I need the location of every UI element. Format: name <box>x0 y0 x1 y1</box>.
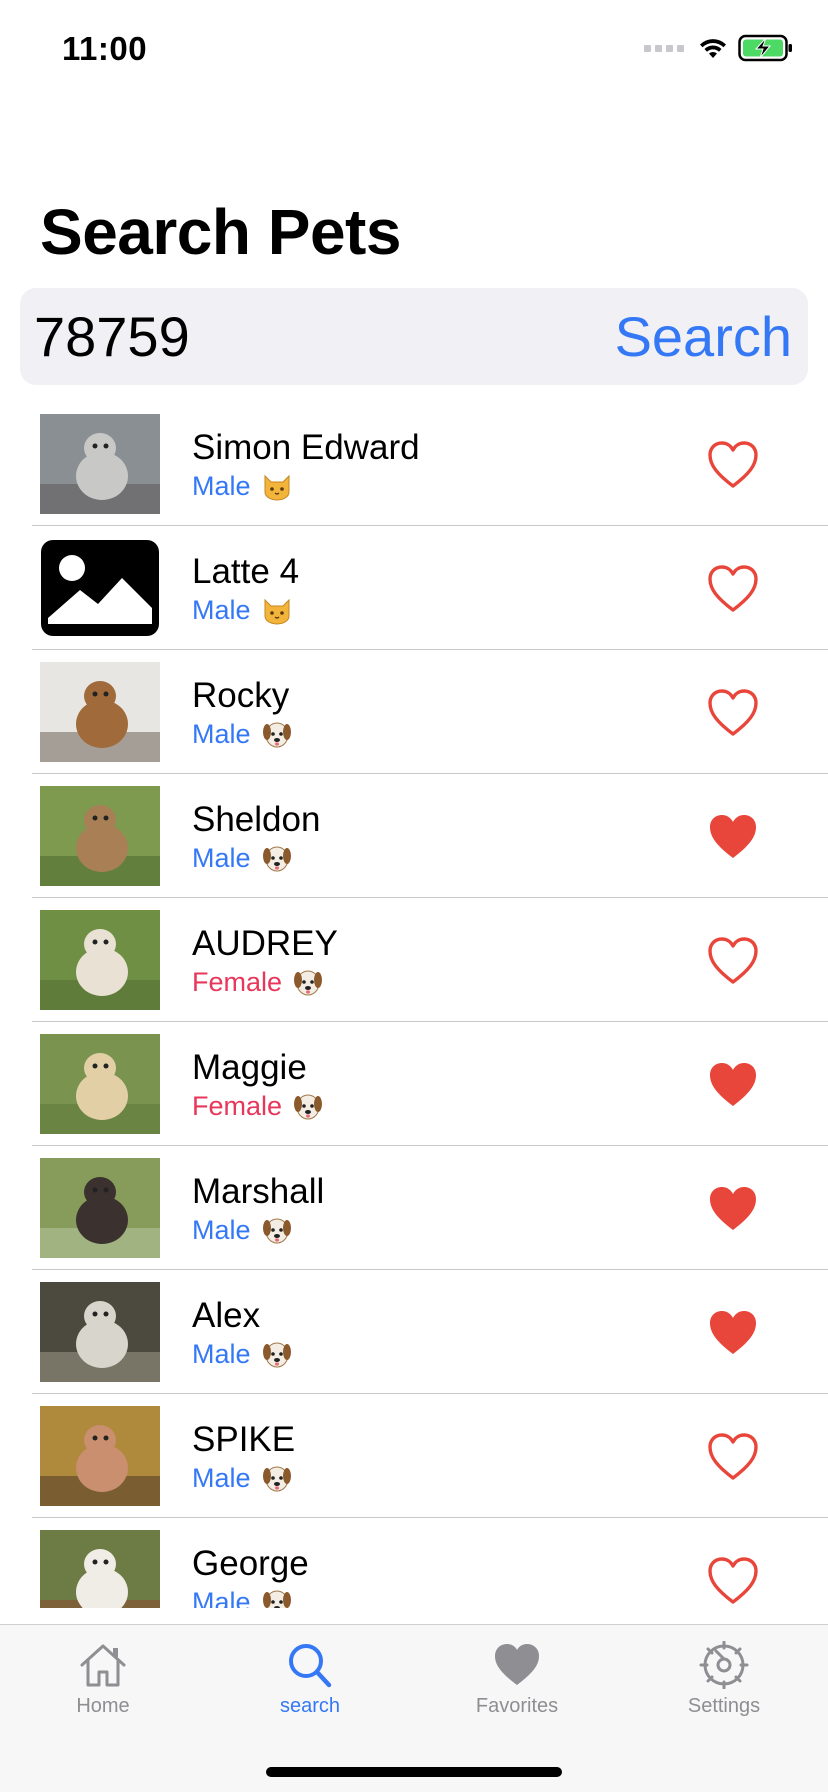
pet-row[interactable]: Sheldon Male <box>0 774 828 898</box>
status-time: 11:00 <box>62 30 148 67</box>
pet-photo <box>40 1406 160 1506</box>
heart-outline-icon[interactable] <box>706 1556 760 1606</box>
tab-search[interactable]: search <box>240 1641 380 1731</box>
pet-details: Male <box>192 1462 293 1494</box>
pet-photo <box>40 662 160 762</box>
pet-photo <box>40 1530 160 1608</box>
home-indicator <box>266 1767 562 1777</box>
battery-charging-icon <box>738 34 792 62</box>
tab-settings[interactable]: Settings <box>654 1641 794 1731</box>
heart-filled-icon[interactable] <box>706 812 760 862</box>
pet-photo <box>40 1034 160 1134</box>
tab-home-label: Home <box>76 1695 130 1717</box>
pet-photo <box>40 1282 160 1382</box>
heart-icon <box>495 1644 539 1685</box>
search-icon <box>289 1644 332 1688</box>
pet-name: George <box>192 1544 309 1583</box>
heart-filled-icon[interactable] <box>706 1184 760 1234</box>
pet-details: Female <box>192 1090 324 1122</box>
pet-row[interactable]: Maggie Female <box>0 1022 828 1146</box>
pet-name: Sheldon <box>192 800 321 839</box>
cellular-signal-icon <box>644 44 684 52</box>
pet-details: Female <box>192 966 324 998</box>
zip-search-input[interactable] <box>34 288 594 385</box>
tab-favorites[interactable]: Favorites <box>447 1641 587 1731</box>
pet-name: AUDREY <box>192 924 338 963</box>
tab-favorites-label: Favorites <box>475 1695 559 1717</box>
status-icons <box>644 34 794 62</box>
pet-details: Male <box>192 842 293 874</box>
pet-name: Rocky <box>192 676 290 715</box>
dog-face-icon <box>261 1338 293 1370</box>
pet-photo <box>40 414 160 514</box>
gear-icon <box>699 1641 749 1689</box>
pet-row[interactable]: Simon Edward Male <box>0 402 828 526</box>
pet-name: Alex <box>192 1296 261 1335</box>
pet-gender: Male <box>192 842 251 873</box>
heart-outline-icon[interactable] <box>706 1432 760 1482</box>
heart-outline-icon[interactable] <box>706 440 760 490</box>
placeholder-image-icon <box>40 538 160 638</box>
search-button[interactable]: Search <box>615 288 792 385</box>
status-bar: 11:00 <box>0 0 828 100</box>
pet-gender: Male <box>192 470 251 501</box>
pet-photo <box>40 910 160 1010</box>
pet-gender: Male <box>192 594 251 625</box>
pet-row[interactable]: Rocky Male <box>0 650 828 774</box>
pet-gender: Female <box>192 1090 283 1121</box>
pet-details: Male <box>192 470 293 502</box>
heart-filled-icon[interactable] <box>706 1308 760 1358</box>
pet-gender: Male <box>192 718 251 749</box>
pet-row[interactable]: Marshall Male <box>0 1146 828 1270</box>
wifi-icon <box>700 39 726 58</box>
pet-name: Latte 4 <box>192 552 300 591</box>
pet-row[interactable]: George Male <box>0 1518 828 1608</box>
pet-name: Marshall <box>192 1172 325 1211</box>
pet-details: Male <box>192 1214 293 1246</box>
dog-face-icon <box>261 718 293 750</box>
tab-home[interactable]: Home <box>33 1641 173 1731</box>
pet-list[interactable]: Simon Edward Male Latte 4 Male Rocky Male Shel… <box>0 402 828 1608</box>
dog-face-icon <box>261 842 293 874</box>
pet-name: Simon Edward <box>192 428 420 467</box>
heart-outline-icon[interactable] <box>706 688 760 738</box>
pet-gender: Male <box>192 1214 251 1245</box>
pet-details: Male <box>192 1586 293 1608</box>
pet-gender: Male <box>192 1462 251 1493</box>
dog-face-icon <box>261 1214 293 1246</box>
dog-face-icon <box>292 966 324 998</box>
dog-face-icon <box>261 1586 293 1608</box>
pet-photo <box>40 1158 160 1258</box>
pet-details: Male <box>192 1338 293 1370</box>
pet-gender: Male <box>192 1586 251 1609</box>
tab-settings-label: Settings <box>687 1695 761 1717</box>
pet-photo <box>40 786 160 886</box>
pet-row[interactable]: AUDREY Female <box>0 898 828 1022</box>
heart-outline-icon[interactable] <box>706 936 760 986</box>
home-icon <box>80 1644 126 1687</box>
dog-face-icon <box>292 1090 324 1122</box>
pet-row[interactable]: Alex Male <box>0 1270 828 1394</box>
pet-details: Male <box>192 718 293 750</box>
heart-outline-icon[interactable] <box>706 564 760 614</box>
pet-gender: Male <box>192 1338 251 1369</box>
pet-row[interactable]: Latte 4 Male <box>0 526 828 650</box>
dog-face-icon <box>261 1462 293 1494</box>
tab-search-label: search <box>279 1695 341 1717</box>
cat-face-icon <box>261 594 293 626</box>
pet-gender: Female <box>192 966 283 997</box>
heart-filled-icon[interactable] <box>706 1060 760 1110</box>
pet-name: Maggie <box>192 1048 307 1087</box>
cat-face-icon <box>261 470 293 502</box>
page-title: Search Pets <box>40 196 401 268</box>
pet-name: SPIKE <box>192 1420 296 1459</box>
pet-details: Male <box>192 594 293 626</box>
search-bar: Search <box>20 288 808 385</box>
pet-row[interactable]: SPIKE Male <box>0 1394 828 1518</box>
